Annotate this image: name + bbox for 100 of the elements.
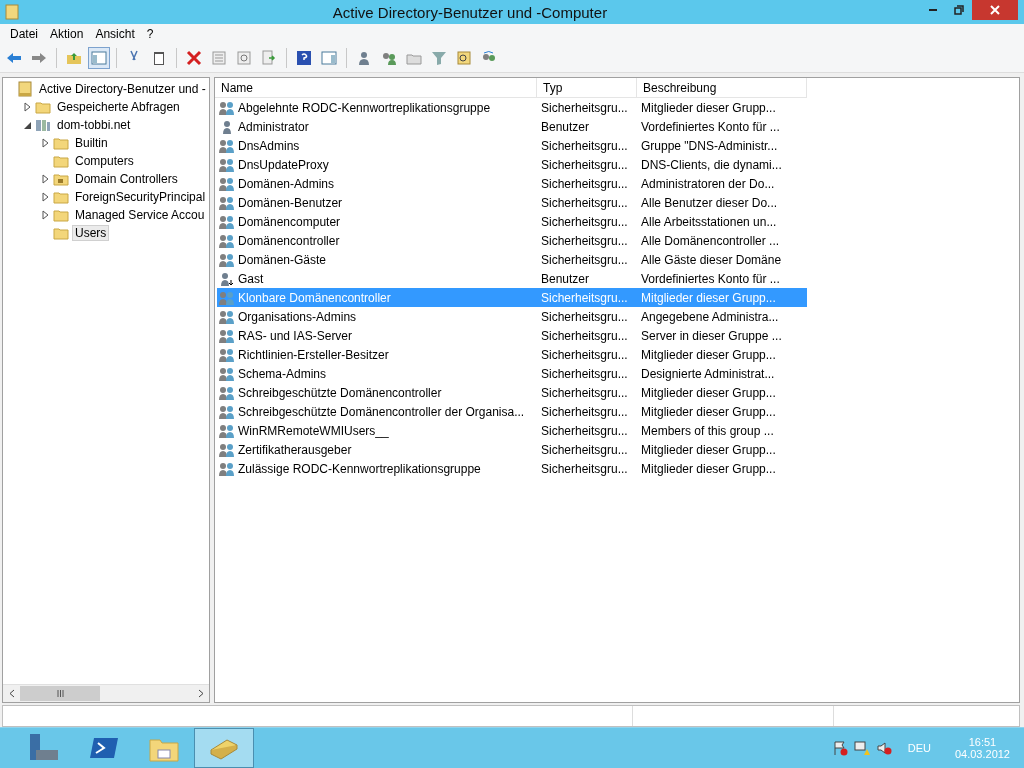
expand-icon[interactable]: [24, 102, 32, 112]
user-group-icon: [219, 346, 235, 363]
table-cell-text: Zulässige RODC-Kennwortreplikationsgruppe: [237, 461, 482, 476]
table-row[interactable]: Domänen-Benutzer Sicherheitsgru... Alle Benutzer dieser Do...: [217, 193, 807, 212]
user-group-icon: [219, 156, 235, 173]
window-title: Active Directory-Benutzer und -Computer: [331, 3, 609, 21]
table-row[interactable]: Domänencontroller Sicherheitsgru... Alle Domänencontroller ...: [217, 231, 807, 250]
table-cell-text: Benutzer: [540, 271, 591, 286]
table-row[interactable]: Zertifikatherausgeber Sicherheitsgru... Mitglieder dieser Grupp...: [217, 440, 807, 459]
table-row[interactable]: RAS- und IAS-Server Sicherheitsgru... Server in dieser Gruppe ...: [217, 326, 807, 345]
table-row[interactable]: Domänencomputer Sicherheitsgru... Alle Arbeitsstationen un...: [217, 212, 807, 231]
tree-item[interactable]: Domain Controllers: [72, 171, 181, 187]
tree-item[interactable]: dom-tobbi.net: [54, 117, 134, 133]
table-cell-text: Mitglieder dieser Grupp...: [640, 100, 777, 115]
table-row[interactable]: Schreibgeschützte Domänencontroller Sicherheitsgru... Mitglieder dieser Grupp...: [217, 383, 807, 402]
grip-icon: [56, 690, 64, 697]
expand-icon[interactable]: [42, 138, 50, 148]
table-row[interactable]: Gast Benutzer Vordefiniertes Konto für ...: [217, 269, 807, 288]
table-cell-text: Sicherheitsgru...: [540, 138, 629, 153]
column-header[interactable]: Name: [215, 78, 537, 98]
table-cell-text: Gast: [237, 271, 265, 286]
back-arrow-icon: [6, 50, 22, 66]
table-cell-text: Sicherheitsgru...: [540, 366, 629, 381]
table-cell-text: Server in dieser Gruppe ...: [640, 328, 783, 343]
table-cell-text: Sicherheitsgru...: [540, 195, 629, 210]
table-cell-text: Domänen-Gäste: [237, 252, 328, 267]
menu-item[interactable]: Datei: [4, 27, 44, 41]
restore-icon: [954, 5, 964, 15]
table-cell-text: Sicherheitsgru...: [540, 290, 629, 305]
table-cell-text: DnsUpdateProxy: [237, 157, 330, 172]
tree-item[interactable]: ForeignSecurityPrincipal: [72, 189, 209, 205]
user-group-icon: [219, 384, 235, 401]
scrollbar-thumb[interactable]: [20, 686, 100, 701]
delete-icon: [186, 50, 202, 66]
tree-item[interactable]: Builtin: [72, 135, 111, 151]
table-cell-text: Sicherheitsgru...: [540, 176, 629, 191]
table-row[interactable]: Domänen-Admins Sicherheitsgru... Administratoren der Do...: [217, 174, 807, 193]
taskbar-button[interactable]: [194, 728, 254, 768]
book-icon: [17, 81, 33, 97]
table-cell-text: Mitglieder dieser Grupp...: [640, 404, 777, 419]
table-cell-text: Sicherheitsgru...: [540, 309, 629, 324]
table-cell-text: Members of this group ...: [640, 423, 775, 438]
expand-icon[interactable]: [42, 174, 50, 184]
table-cell-text: Sicherheitsgru...: [540, 252, 629, 267]
menu-item[interactable]: Ansicht: [89, 27, 141, 41]
table-cell-text: Designierte Administrat...: [640, 366, 776, 381]
minimize-icon: [929, 9, 937, 11]
menu-item[interactable]: Aktion: [44, 27, 90, 41]
user-icon: [219, 270, 235, 287]
table-row[interactable]: Organisations-Admins Sicherheitsgru... Angegebene Administra...: [217, 307, 807, 326]
column-header[interactable]: Typ: [537, 78, 637, 98]
speaker-icon: [875, 740, 892, 756]
table-cell-text: Alle Arbeitsstationen un...: [640, 214, 778, 229]
table-row[interactable]: Schreibgeschützte Domänencontroller der Organisa... Sicherheitsgru... Mitglieder dieser Grupp...: [217, 402, 807, 421]
table-row[interactable]: Administrator Benutzer Vordefiniertes Konto für ...: [217, 117, 807, 136]
menu-item[interactable]: ?: [140, 27, 160, 41]
user-group-icon: [219, 251, 235, 268]
expand-icon[interactable]: [42, 210, 50, 220]
table-cell-text: Alle Benutzer dieser Do...: [640, 195, 779, 210]
user-group-icon: [219, 232, 235, 249]
folder-icon: [53, 153, 69, 169]
user-group-icon: [219, 137, 235, 154]
user-group-icon: [219, 327, 235, 344]
table-row[interactable]: Abgelehnte RODC-Kennwortreplikationsgruppe Sicherheitsgru... Mitglieder dieser Grupp...: [217, 98, 807, 117]
table-row[interactable]: Schema-Admins Sicherheitsgru... Designierte Administrat...: [217, 364, 807, 383]
table-cell-text: Sicherheitsgru...: [540, 385, 629, 400]
table-cell-text: DnsAdmins: [237, 138, 301, 153]
table-cell-text: Gruppe "DNS-Administr...: [640, 138, 779, 153]
table-row[interactable]: DnsAdmins Sicherheitsgru... Gruppe "DNS-Administr...: [217, 136, 807, 155]
table-cell-text: RAS- und IAS-Server: [237, 328, 354, 343]
user-group-icon: [219, 365, 235, 382]
tree-item[interactable]: Gespeicherte Abfragen: [54, 99, 183, 115]
close-button[interactable]: [972, 0, 1018, 20]
tree-item[interactable]: Computers: [72, 153, 137, 169]
table-cell-text: WinRMRemoteWMIUsers__: [237, 423, 390, 438]
table-cell-text: Sicherheitsgru...: [540, 404, 629, 419]
column-header[interactable]: Beschreibung: [637, 78, 807, 98]
properties-icon: [211, 50, 227, 66]
table-cell-text: Domänen-Benutzer: [237, 195, 344, 210]
folder-icon: [53, 189, 69, 205]
console-tree-icon: [91, 50, 107, 66]
tree-item[interactable]: Active Directory-Benutzer und -: [36, 81, 209, 97]
user-group-icon: [219, 213, 235, 230]
filter-icon: [431, 50, 447, 66]
collapse-icon[interactable]: [24, 120, 32, 130]
table-cell-text: Alle Gäste dieser Domäne: [640, 252, 783, 267]
tree-item[interactable]: Users: [72, 225, 110, 241]
tree-item[interactable]: Managed Service Accou: [72, 207, 208, 223]
table-row[interactable]: WinRMRemoteWMIUsers__ Sicherheitsgru... Members of this group ...: [217, 421, 807, 440]
user-group-icon: [219, 289, 235, 306]
network-icon: [853, 740, 870, 756]
table-cell-text: Mitglieder dieser Grupp...: [640, 347, 777, 362]
table-row[interactable]: DnsUpdateProxy Sicherheitsgru... DNS-Clients, die dynami...: [217, 155, 807, 174]
table-row[interactable]: Domänen-Gäste Sicherheitsgru... Alle Gäste dieser Domäne: [217, 250, 807, 269]
table-row[interactable]: Zulässige RODC-Kennwortreplikationsgruppe Sicherheitsgru... Mitglieder dieser Grupp...: [217, 459, 807, 478]
expand-icon[interactable]: [42, 192, 50, 202]
table-row[interactable]: Richtlinien-Ersteller-Besitzer Sicherheitsgru... Mitglieder dieser Grupp...: [217, 345, 807, 364]
table-cell-text: Domänencomputer: [237, 214, 342, 229]
folder-icon: [53, 171, 69, 187]
clock-time: 16:51: [968, 736, 997, 748]
